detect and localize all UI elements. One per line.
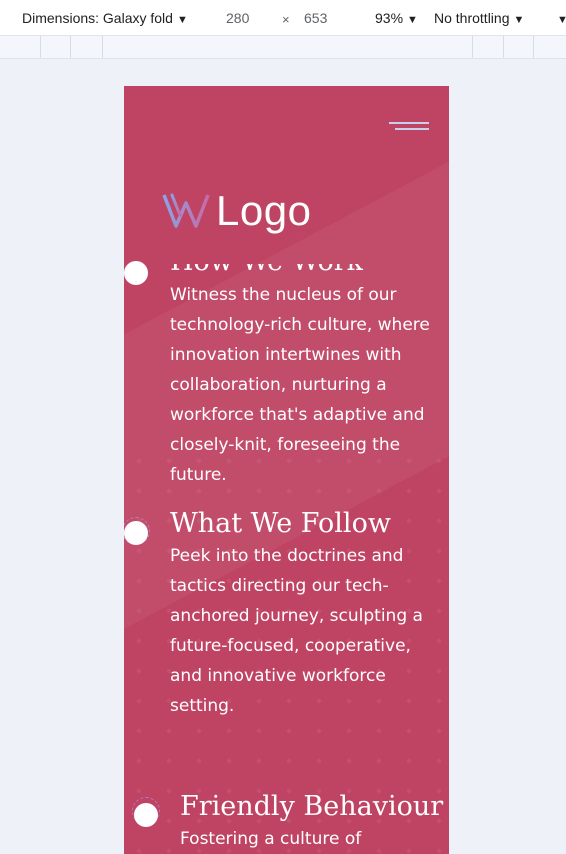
zoom-select[interactable]: 93% ▼ [375, 10, 418, 26]
item-text-friendly-behaviour: Fostering a culture of [180, 829, 362, 849]
timeline-bullet [124, 261, 148, 285]
chevron-down-icon: ▼ [513, 14, 525, 26]
dimensions-label: Dimensions: Galaxy fold [22, 10, 173, 26]
times-icon: × [282, 12, 290, 27]
item-title-friendly-behaviour: Friendly Behaviour [180, 791, 444, 822]
ruler-tick [102, 36, 103, 58]
width-input[interactable]: 280 [226, 10, 249, 26]
site-logo[interactable]: Logo [162, 190, 311, 232]
media-query-ruler[interactable] [0, 36, 566, 59]
chevron-down-icon: ▼ [176, 14, 188, 26]
item-text-what-we-follow: Peek into the doctrines and tactics dire… [170, 546, 423, 716]
hamburger-menu-icon[interactable] [389, 122, 429, 134]
more-options-chevron-icon[interactable]: ▼ [557, 10, 566, 26]
ruler-tick [70, 36, 71, 58]
ruler-tick [503, 36, 504, 58]
logo-mark-icon [162, 193, 210, 228]
throttling-select[interactable]: No throttling ▼ [434, 10, 524, 26]
zoom-label: 93% [375, 10, 404, 26]
ruler-tick [472, 36, 473, 58]
item-text-how-we-work: Witness the nucleus of our technology-ri… [170, 285, 430, 485]
dimensions-select[interactable]: Dimensions: Galaxy fold ▼ [22, 10, 188, 26]
logo-text: Logo [216, 187, 312, 234]
height-input[interactable]: 653 [304, 10, 327, 26]
timeline-bullet [134, 803, 158, 827]
devtools-device-toolbar: Dimensions: Galaxy fold ▼ 280 × 653 93% ▼ … [0, 0, 566, 36]
device-viewport: Logo How We Work Witness the nucleus of … [124, 86, 449, 854]
throttling-label: No throttling [434, 10, 510, 26]
ruler-tick [533, 36, 534, 58]
chevron-down-icon: ▼ [407, 14, 418, 26]
ruler-tick [40, 36, 41, 58]
item-title-what-we-follow: What We Follow [170, 508, 391, 539]
timeline-bullet [124, 521, 148, 545]
